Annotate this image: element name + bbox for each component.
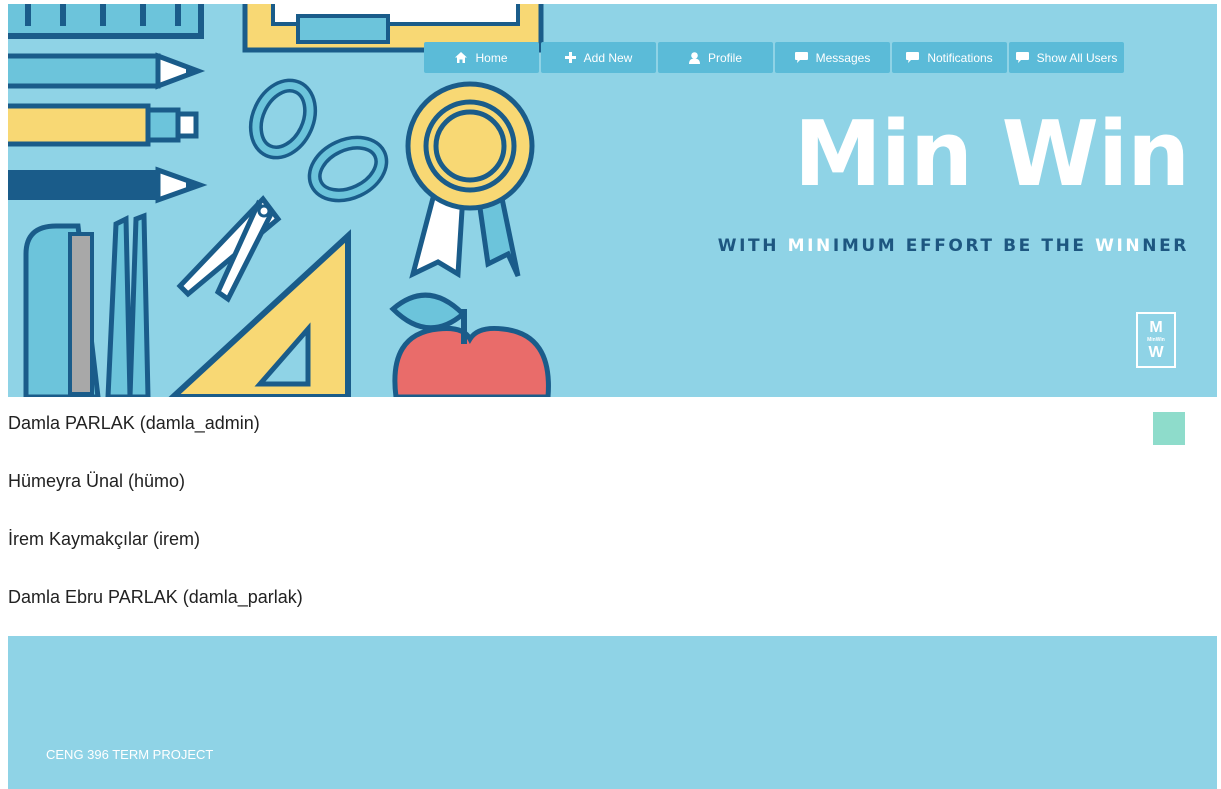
user-list: Damla PARLAK (damla_admin) Hümeyra Ünal … (8, 412, 303, 644)
tagline-part: WITH (717, 236, 788, 256)
nav-profile-button[interactable]: Profile (658, 42, 773, 73)
chat-icon (794, 52, 808, 63)
nav-notifications-label: Notifications (927, 50, 993, 65)
nav-home-label: Home (475, 50, 508, 65)
nav-add-new-button[interactable]: Add New (541, 42, 656, 73)
main-nav: Home Add New Profile Messages Notificati… (424, 42, 1124, 73)
nav-show-all-users-button[interactable]: Show All Users (1009, 42, 1124, 73)
tagline-part: NER (1142, 236, 1189, 256)
chat-icon (1015, 52, 1029, 63)
nav-add-new-label: Add New (583, 50, 633, 65)
chat-icon (906, 52, 920, 63)
user-list-item: Hümeyra Ünal (hümo) (8, 471, 186, 491)
status-square (1153, 412, 1185, 445)
nav-home-button[interactable]: Home (424, 42, 539, 73)
nav-notifications-button[interactable]: Notifications (892, 42, 1007, 73)
footer: CENG 396 TERM PROJECT (8, 636, 1217, 789)
footer-text: CENG 396 TERM PROJECT (46, 747, 214, 762)
tagline-part: IMUM EFFORT BE THE (832, 236, 1096, 256)
brand-badge-logo: M MinWin W (1136, 312, 1176, 368)
plus-icon (564, 52, 576, 63)
home-icon (455, 52, 468, 63)
user-icon (688, 51, 700, 64)
user-list-item: Damla PARLAK (damla_admin) (8, 413, 260, 433)
tagline-highlight: WIN (1095, 236, 1143, 256)
badge-letter-top: M (1149, 318, 1163, 336)
badge-letter-bottom: W (1148, 343, 1164, 361)
user-list-item: İrem Kaymakçılar (irem) (8, 529, 201, 549)
nav-messages-label: Messages (815, 50, 871, 65)
nav-profile-label: Profile (707, 50, 742, 65)
tagline-highlight: MIN (787, 236, 833, 256)
brand-tagline: WITH MINIMUM EFFORT BE THE WINNER (718, 236, 1189, 256)
nav-messages-button[interactable]: Messages (775, 42, 890, 73)
badge-label: MinWin (1147, 336, 1165, 343)
brand-title: Min Win (794, 102, 1190, 207)
header-banner: Home Add New Profile Messages Notificati… (8, 4, 1217, 397)
nav-show-all-users-label: Show All Users (1036, 50, 1118, 65)
